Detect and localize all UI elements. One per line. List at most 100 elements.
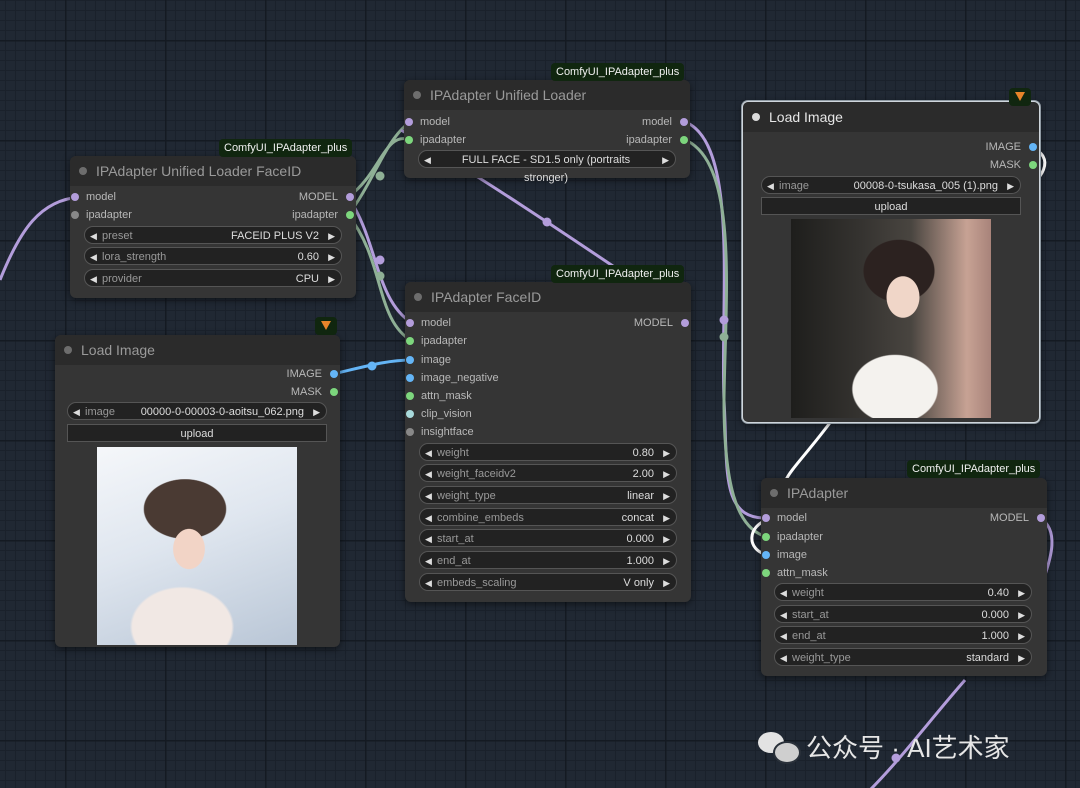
image-socket-icon[interactable] (762, 551, 770, 559)
node-title[interactable]: Load Image (55, 335, 340, 365)
image-file-combo[interactable]: ◀ image 00000-0-00003-0-aoitsu_062.png ▶ (67, 402, 327, 420)
ipadapter-socket-icon[interactable] (680, 136, 688, 144)
arrow-right-icon[interactable]: ▶ (663, 487, 670, 505)
collapse-dot-icon[interactable] (79, 167, 87, 175)
widget-embeds-scaling[interactable]: ◀ embeds_scaling V only ▶ (419, 573, 677, 591)
arrow-right-icon[interactable]: ▶ (1007, 177, 1014, 195)
widget-start-at[interactable]: ◀ start_at 0.000 ▶ (774, 605, 1032, 623)
output-model[interactable]: MODEL (634, 314, 689, 332)
arrow-left-icon[interactable]: ◀ (767, 177, 774, 195)
upload-button[interactable]: upload (67, 424, 327, 442)
widget-combine-embeds[interactable]: ◀ combine_embeds concat ▶ (419, 508, 677, 526)
node-title[interactable]: IPAdapter FaceID (405, 282, 691, 312)
ipadapter-socket-icon[interactable] (762, 533, 770, 541)
input-image-negative[interactable]: image_negative (406, 369, 499, 387)
arrow-right-icon[interactable]: ▶ (1018, 584, 1025, 602)
widget-weight-type[interactable]: ◀ weight_type linear ▶ (419, 486, 677, 504)
model-socket-icon[interactable] (406, 319, 414, 327)
input-model[interactable]: model (406, 314, 451, 332)
reroute-point[interactable] (542, 217, 552, 227)
widget-start-at[interactable]: ◀ start_at 0.000 ▶ (419, 529, 677, 547)
model-socket-icon[interactable] (71, 193, 79, 201)
arrow-left-icon[interactable]: ◀ (90, 227, 97, 245)
output-model[interactable]: MODEL (299, 188, 354, 206)
mask-socket-icon[interactable] (330, 388, 338, 396)
node-title[interactable]: IPAdapter Unified Loader (404, 80, 690, 110)
arrow-right-icon[interactable]: ▶ (663, 509, 670, 527)
collapse-dot-icon[interactable] (770, 489, 778, 497)
ipadapter-socket-icon[interactable] (406, 337, 414, 345)
image-socket-icon[interactable] (1029, 143, 1037, 151)
arrow-left-icon[interactable]: ◀ (424, 151, 431, 169)
arrow-right-icon[interactable]: ▶ (328, 227, 335, 245)
widget-weight[interactable]: ◀ weight 0.80 ▶ (419, 443, 677, 461)
node-ipadapter-faceid[interactable]: IPAdapter FaceID model ipadapter image i… (405, 282, 691, 602)
input-insightface[interactable]: insightface (406, 423, 474, 441)
arrow-right-icon[interactable]: ▶ (1018, 649, 1025, 667)
node-load-image-right[interactable]: Load Image IMAGE MASK ◀ image 00008-0-ts… (742, 101, 1040, 423)
model-socket-icon[interactable] (762, 514, 770, 522)
model-socket-icon[interactable] (680, 118, 688, 126)
arrow-right-icon[interactable]: ▶ (328, 248, 335, 266)
arrow-left-icon[interactable]: ◀ (425, 530, 432, 548)
clip-vision-socket-icon[interactable] (406, 410, 414, 418)
arrow-left-icon[interactable]: ◀ (425, 444, 432, 462)
mask-socket-icon[interactable] (1029, 161, 1037, 169)
node-title[interactable]: IPAdapter (761, 478, 1047, 508)
arrow-right-icon[interactable]: ▶ (1018, 606, 1025, 624)
image-socket-icon[interactable] (406, 356, 414, 364)
node-load-image-left[interactable]: Load Image IMAGE MASK ◀ image 00000-0-00… (55, 335, 340, 647)
model-socket-icon[interactable] (405, 118, 413, 126)
reroute-point[interactable] (719, 315, 729, 325)
arrow-left-icon[interactable]: ◀ (90, 248, 97, 266)
input-model[interactable]: model (762, 509, 807, 527)
output-ipadapter[interactable]: ipadapter (292, 206, 354, 224)
arrow-left-icon[interactable]: ◀ (780, 606, 787, 624)
arrow-right-icon[interactable]: ▶ (663, 465, 670, 483)
widget-end-at[interactable]: ◀ end_at 1.000 ▶ (419, 551, 677, 569)
node-ipadapter-unified-loader[interactable]: IPAdapter Unified Loader model ipadapter… (404, 80, 690, 184)
input-image[interactable]: image (406, 351, 451, 369)
mask-socket-icon[interactable] (406, 392, 414, 400)
widget-weight-type[interactable]: ◀ weight_type standard ▶ (774, 648, 1032, 666)
input-ipadapter[interactable]: ipadapter (406, 332, 467, 350)
reroute-point[interactable] (367, 361, 377, 371)
arrow-right-icon[interactable]: ▶ (663, 574, 670, 592)
reroute-point[interactable] (375, 255, 385, 265)
output-model[interactable]: model (642, 113, 688, 131)
widget-provider[interactable]: ◀ provider CPU ▶ (84, 269, 342, 287)
preset-combo[interactable]: ◀ FULL FACE - SD1.5 only (portraits stro… (418, 150, 676, 184)
widget-weight-faceidv2[interactable]: ◀ weight_faceidv2 2.00 ▶ (419, 464, 677, 482)
output-ipadapter[interactable]: ipadapter (626, 131, 688, 149)
reroute-point[interactable] (375, 171, 385, 181)
input-model[interactable]: model (405, 113, 450, 131)
node-ipadapter-unified-loader-faceid[interactable]: IPAdapter Unified Loader FaceID model ip… (70, 156, 356, 298)
image-file-combo[interactable]: ◀ image 00008-0-tsukasa_005 (1).png ▶ (761, 176, 1021, 194)
widget-preset[interactable]: ◀ preset FACEID PLUS V2 ▶ (84, 226, 342, 244)
arrow-left-icon[interactable]: ◀ (425, 509, 432, 527)
input-attn-mask[interactable]: attn_mask (406, 387, 472, 405)
arrow-left-icon[interactable]: ◀ (780, 627, 787, 645)
widget-lora-strength[interactable]: ◀ lora_strength 0.60 ▶ (84, 247, 342, 265)
collapse-dot-icon[interactable] (64, 346, 72, 354)
input-image[interactable]: image (762, 546, 807, 564)
widget-end-at[interactable]: ◀ end_at 1.000 ▶ (774, 626, 1032, 644)
image-socket-icon[interactable] (330, 370, 338, 378)
model-socket-icon[interactable] (346, 193, 354, 201)
input-ipadapter[interactable]: ipadapter (405, 131, 466, 149)
arrow-left-icon[interactable]: ◀ (780, 584, 787, 602)
output-model[interactable]: MODEL (990, 509, 1045, 527)
input-attn-mask[interactable]: attn_mask (762, 564, 828, 582)
arrow-left-icon[interactable]: ◀ (425, 487, 432, 505)
arrow-right-icon[interactable]: ▶ (663, 530, 670, 548)
upload-button[interactable]: upload (761, 197, 1021, 215)
model-socket-icon[interactable] (681, 319, 689, 327)
output-image[interactable]: IMAGE (986, 138, 1037, 156)
image-socket-icon[interactable] (406, 374, 414, 382)
arrow-right-icon[interactable]: ▶ (662, 151, 669, 169)
arrow-left-icon[interactable]: ◀ (425, 574, 432, 592)
arrow-right-icon[interactable]: ▶ (313, 403, 320, 421)
reroute-point[interactable] (719, 332, 729, 342)
arrow-right-icon[interactable]: ▶ (328, 270, 335, 288)
insightface-socket-icon[interactable] (406, 428, 414, 436)
